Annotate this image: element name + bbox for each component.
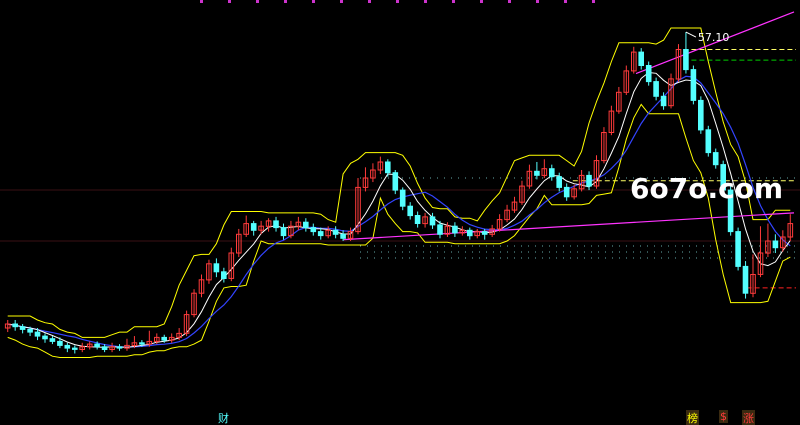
candle-down xyxy=(556,176,563,188)
candle-down xyxy=(399,189,406,207)
candle-down xyxy=(563,186,570,198)
candle-down xyxy=(310,227,317,233)
top-marker-dot xyxy=(452,0,455,3)
candle-down xyxy=(705,129,712,154)
candle-down xyxy=(690,69,697,101)
candle-down xyxy=(332,229,339,235)
candle-down xyxy=(27,328,33,333)
candle-down xyxy=(94,343,100,348)
lower-band-line xyxy=(7,103,791,358)
top-marker-dot xyxy=(200,0,203,3)
bottom-tag[interactable]: 涨 xyxy=(742,410,755,425)
top-marker-dot xyxy=(508,0,511,3)
candle-down xyxy=(72,347,78,350)
candle-down xyxy=(213,263,220,273)
peak-price-label: 57.10 xyxy=(698,31,730,44)
candle-down xyxy=(49,338,56,342)
candle-down xyxy=(645,65,652,83)
top-marker-dot xyxy=(284,0,287,3)
candle-down xyxy=(101,346,108,350)
ma-slow-line xyxy=(7,75,791,348)
candle-down xyxy=(303,221,309,229)
bottom-tag[interactable]: $ xyxy=(719,410,728,423)
bottom-tag[interactable]: 榜 xyxy=(686,410,699,425)
candlestick-chart[interactable]: 57.10 xyxy=(0,0,800,425)
candle-down xyxy=(742,265,749,294)
candle-down xyxy=(586,174,592,187)
top-marker-dot xyxy=(368,0,371,3)
candle-down xyxy=(534,170,540,176)
candle-down xyxy=(429,216,436,226)
candle-down xyxy=(12,323,18,328)
candle-down xyxy=(221,271,227,279)
candle-down xyxy=(481,231,488,235)
candle-down xyxy=(139,342,145,345)
candle-down xyxy=(638,51,645,66)
candle-down xyxy=(385,161,391,174)
stock-chart-panel: 57.10 6o7o.com 财 榜 $ 涨 xyxy=(0,0,800,425)
top-marker-dot xyxy=(592,0,595,3)
candle-down xyxy=(57,340,63,346)
candle-down xyxy=(452,225,458,234)
candle-down xyxy=(250,223,257,231)
candle-down xyxy=(683,49,689,71)
top-marker-dot xyxy=(424,0,427,3)
candle-down xyxy=(42,335,48,340)
candle-down xyxy=(735,231,741,267)
candle-down xyxy=(467,229,473,237)
top-marker-dot xyxy=(536,0,539,3)
candle-down xyxy=(712,152,719,166)
candle-down xyxy=(653,81,659,97)
top-marker-dot xyxy=(564,0,567,3)
top-marker-dot xyxy=(228,0,231,3)
candle-down xyxy=(273,220,279,229)
candle-down xyxy=(698,99,704,131)
candle-down xyxy=(34,331,41,337)
candle-down xyxy=(317,231,324,237)
candle-down xyxy=(161,336,167,341)
top-marker-dot xyxy=(340,0,343,3)
candle-down xyxy=(19,326,26,330)
candle-down xyxy=(414,215,421,224)
candle-down xyxy=(340,233,346,239)
top-marker-dot xyxy=(396,0,399,3)
candle-down xyxy=(437,224,443,235)
candle-down xyxy=(772,240,779,249)
lower-trend-line xyxy=(343,212,795,241)
candle-down xyxy=(116,346,123,349)
candle-down xyxy=(660,95,667,107)
candle-down xyxy=(64,344,71,349)
candle-down xyxy=(392,172,399,191)
top-marker-dot xyxy=(312,0,315,3)
top-marker-dot xyxy=(480,0,483,3)
candle-down xyxy=(549,168,555,178)
candle-down xyxy=(280,227,287,237)
peak-pointer xyxy=(685,31,697,38)
top-marker-dot xyxy=(256,0,259,3)
bottom-tag[interactable]: 财 xyxy=(217,410,230,425)
watermark-text: 6o7o.com xyxy=(630,172,784,205)
candle-down xyxy=(407,205,413,217)
